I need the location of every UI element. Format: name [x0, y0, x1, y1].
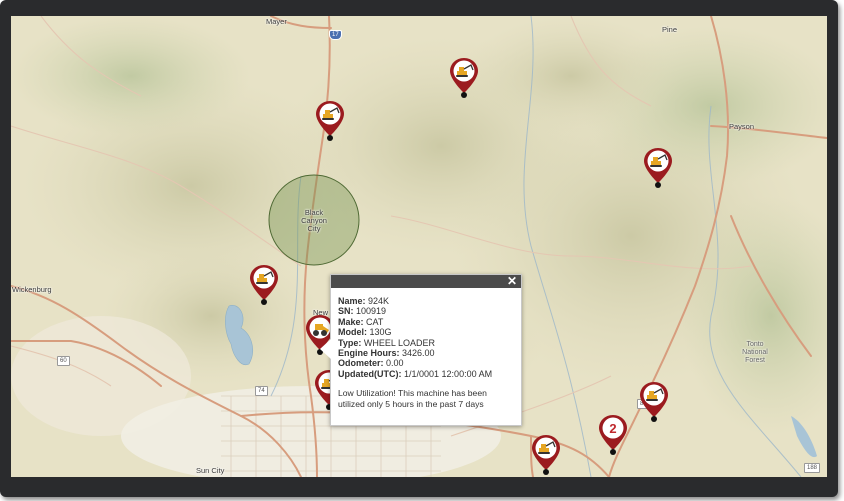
- map-pin-icon: [316, 101, 344, 136]
- field-value: 924K: [368, 296, 390, 306]
- place-label-sun-city: Sun City: [196, 466, 225, 475]
- place-label-black-canyon-city: Black Canyon City: [301, 208, 327, 233]
- equipment-marker[interactable]: [639, 381, 669, 423]
- cluster-marker[interactable]: 2: [598, 414, 628, 456]
- marker-anchor-dot: [655, 182, 661, 188]
- popup-header: ✕: [331, 274, 521, 288]
- place-label-mayer: Mayer: [266, 17, 287, 26]
- place-label-wickenburg: Wickenburg: [12, 285, 52, 294]
- interstate-17-shield: 17: [329, 30, 342, 40]
- utilization-warning: Low Utilization! This machine has been u…: [338, 388, 487, 409]
- field-label: Updated(UTC):: [338, 368, 402, 379]
- map-pin-icon: [250, 265, 278, 300]
- field-value: CAT: [366, 316, 384, 327]
- equipment-marker[interactable]: [315, 100, 345, 142]
- place-label-payson: Payson: [729, 122, 755, 131]
- popup-field-sn: SN: 100919: [338, 306, 515, 316]
- marker-anchor-dot: [543, 469, 549, 475]
- field-value: 1/1/0001 12:00:00 AM: [404, 368, 493, 379]
- field-value: 100919: [356, 306, 387, 317]
- route-74-shield: 74: [255, 386, 268, 396]
- equipment-marker[interactable]: [531, 434, 561, 476]
- place-label-tonto-national-forest: Tonto National Forest: [742, 341, 768, 364]
- field-label: Odometer:: [338, 358, 384, 369]
- map-view[interactable]: Mayer Pine Payson Black Canyon City Wick…: [11, 16, 827, 477]
- map-pin-icon: [644, 148, 672, 183]
- popup-field-updated: Updated(UTC): 1/1/0001 12:00:00 AM: [338, 369, 515, 379]
- route-60-shield: 60: [57, 356, 70, 366]
- field-value: 3426.00: [402, 348, 435, 359]
- field-value: 0.00: [386, 358, 404, 369]
- field-label: Type:: [338, 337, 362, 348]
- field-value: 130G: [369, 327, 392, 338]
- popup-field-engine-hours: Engine Hours: 3426.00: [338, 348, 515, 358]
- popup-field-type: Type: WHEEL LOADER: [338, 338, 515, 348]
- marker-anchor-dot: [327, 135, 333, 141]
- marker-anchor-dot: [461, 92, 467, 98]
- equipment-marker[interactable]: [643, 147, 673, 189]
- route-188-shield: 188: [804, 463, 821, 473]
- marker-anchor-dot: [261, 299, 267, 305]
- place-label-pine: Pine: [662, 25, 678, 34]
- marker-anchor-dot: [651, 416, 657, 422]
- popup-field-model: Model: 130G: [338, 327, 515, 337]
- equipment-marker[interactable]: [249, 264, 279, 306]
- field-label: Model:: [338, 327, 367, 338]
- popup-field-name: Name: 924K: [338, 296, 515, 306]
- field-label: Engine Hours:: [338, 348, 400, 359]
- popup-pointer: [320, 339, 331, 359]
- map-pin-icon: [640, 382, 668, 417]
- field-value: WHEEL LOADER: [363, 337, 436, 348]
- equipment-marker[interactable]: [449, 57, 479, 99]
- popup-field-odometer: Odometer: 0.00: [338, 358, 515, 368]
- field-label: Name:: [338, 296, 366, 306]
- map-pin-icon: [532, 435, 560, 470]
- cluster-count: 2: [609, 421, 617, 436]
- popup-field-make: Make: CAT: [338, 317, 515, 327]
- popup-body: Name: 924K SN: 100919 Make: CAT Model: 1…: [331, 288, 521, 409]
- field-label: SN:: [338, 306, 354, 317]
- marker-anchor-dot: [610, 449, 616, 455]
- device-frame: Mayer Pine Payson Black Canyon City Wick…: [0, 0, 838, 497]
- close-icon[interactable]: ✕: [507, 274, 517, 288]
- field-label: Make:: [338, 316, 364, 327]
- map-pin-icon: [450, 58, 478, 93]
- equipment-info-popup: ✕ Name: 924K SN: 100919 Make: CAT Model:…: [320, 274, 522, 426]
